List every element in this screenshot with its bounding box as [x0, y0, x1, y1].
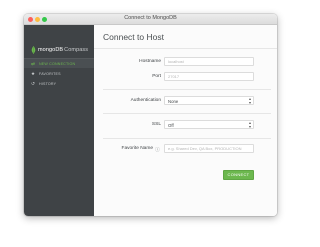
connect-button[interactable]: CONNECT	[223, 170, 254, 180]
sidebar-item-label: NEW CONNECTION	[39, 61, 76, 66]
authentication-select[interactable]: None ▴ ▾	[164, 96, 254, 105]
favorite-name-label: Favorite Name	[121, 146, 153, 151]
logo-brand: mongoDB	[38, 47, 64, 53]
hostname-input[interactable]	[164, 57, 254, 66]
main-panel: Connect to Host Hostname Port Authentica…	[94, 25, 277, 216]
title-divider	[94, 48, 277, 49]
port-label: Port	[152, 74, 161, 79]
logo-product: Compass	[64, 47, 89, 53]
port-input[interactable]	[164, 72, 254, 81]
sidebar-item-label: FAVORITES	[39, 71, 61, 76]
ssl-label: SSL	[151, 122, 161, 127]
connection-icon: ⇄	[31, 60, 35, 66]
ssl-select[interactable]: Off ▴ ▾	[164, 120, 254, 129]
select-arrows-icon: ▴ ▾	[248, 120, 251, 129]
authentication-label: Authentication	[130, 98, 161, 103]
app-window: Connect to MongoDB mongoDBCompass ⇄ NEW …	[24, 14, 277, 216]
sidebar-item-new-connection[interactable]: ⇄ NEW CONNECTION	[24, 59, 94, 68]
select-arrows-icon: ▴ ▾	[248, 96, 251, 105]
hostname-label: Hostname	[139, 59, 161, 64]
ssl-value: Off	[168, 122, 174, 128]
sidebar-item-label: HISTORY	[39, 81, 57, 86]
window-title: Connect to MongoDB	[124, 15, 177, 21]
favorite-name-input[interactable]	[164, 144, 254, 153]
section-divider	[103, 89, 271, 90]
info-icon[interactable]: ⓘ	[155, 146, 160, 153]
compass-logo: mongoDBCompass	[31, 46, 88, 54]
section-divider	[103, 138, 271, 139]
page-title: Connect to Host	[103, 32, 164, 42]
sidebar: mongoDBCompass ⇄ NEW CONNECTION ★ FAVORI…	[24, 25, 94, 216]
mongodb-leaf-icon	[31, 46, 36, 54]
star-icon: ★	[30, 70, 36, 76]
sidebar-item-history[interactable]: ↺ HISTORY	[24, 79, 94, 88]
title-bar: Connect to MongoDB	[24, 14, 277, 25]
authentication-value: None	[168, 98, 179, 104]
section-divider	[103, 113, 271, 114]
history-icon: ↺	[31, 80, 35, 86]
sidebar-item-favorites[interactable]: ★ FAVORITES	[24, 69, 94, 78]
